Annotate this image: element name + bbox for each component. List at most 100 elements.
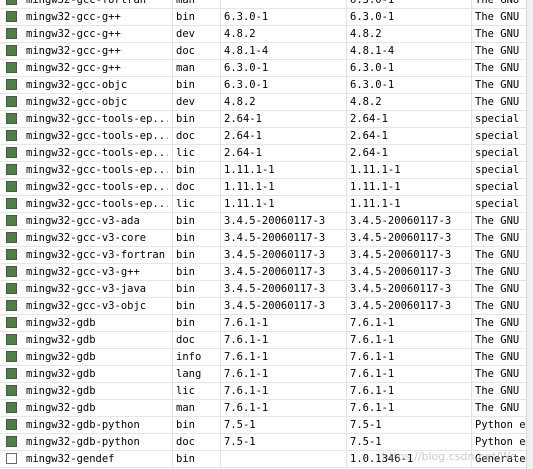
package-row[interactable]: mingw32-gdb lang 7.6.1-1 7.6.1-1 The GNU So [0,366,533,383]
package-description: The GNU C+ [475,11,527,23]
repository-version: 2.64-1 [350,113,388,125]
package-row[interactable]: mingw32-gcc-tools-ep... lic 2.64-1 2.64-1 sp… [0,145,533,162]
watermark: https://blog.csdn.net/Wo... [382,450,527,463]
installed-checkbox[interactable] [6,436,17,447]
package-row[interactable]: mingw32-gcc-g++ doc 4.8.1-4 4.8.1-4 The GNU … [0,43,533,60]
repository-version: 7.6.1-1 [350,334,395,346]
installed-checkbox[interactable] [6,96,17,107]
package-row[interactable]: mingw32-gdb-python bin 7.5-1 7.5-1 Python en… [0,417,533,434]
package-class: bin [176,249,195,261]
package-row[interactable]: mingw32-gdb doc 7.6.1-1 7.6.1-1 The GNU So [0,332,533,349]
package-description: special au [475,130,527,142]
package-name: mingw32-gcc-g++ [26,45,121,57]
package-name: mingw32-gcc-tools-ep... [26,181,168,193]
installed-checkbox[interactable] [6,79,17,90]
package-row[interactable]: mingw32-gcc-g++ man 6.3.0-1 6.3.0-1 The GNU … [0,60,533,77]
package-row[interactable]: mingw32-gcc-tools-ep... bin 1.11.1-1 1.11.1… [0,162,533,179]
unmarked-checkbox[interactable] [6,453,17,464]
package-description: Python ena [475,436,527,448]
package-class: bin [176,215,195,227]
package-class: doc [176,130,195,142]
package-description: The GNU Ob [475,300,527,312]
package-row[interactable]: mingw32-gcc-v3-core bin 3.4.5-20060117-3 3.… [0,230,533,247]
package-row[interactable]: mingw32-gcc-tools-ep... doc 1.11.1-1 1.11.1… [0,179,533,196]
package-row[interactable]: mingw32-gcc-objc bin 6.3.0-1 6.3.0-1 The GNU… [0,77,533,94]
package-description: The GNU C+ [475,266,527,278]
installed-checkbox[interactable] [6,351,17,362]
package-row[interactable]: mingw32-gcc-tools-ep... doc 2.64-1 2.64-1 sp… [0,128,533,145]
package-class: lic [176,385,195,397]
repository-version: 7.6.1-1 [350,385,395,397]
package-name: mingw32-gcc-v3-core [26,232,147,244]
repository-version: 7.5-1 [350,436,382,448]
repository-version: 3.4.5-20060117-3 [350,300,452,312]
package-row[interactable]: mingw32-gcc-tools-ep... lic 1.11.1-1 1.11.1… [0,196,533,213]
repository-version: 4.8.1-4 [350,45,395,57]
installed-checkbox[interactable] [6,147,17,158]
package-description: The GNU So [475,385,527,397]
package-name: mingw32-gdb [26,368,96,380]
installed-checkbox[interactable] [6,249,17,260]
installed-version: 3.4.5-20060117-3 [224,283,326,295]
package-row[interactable]: mingw32-gdb-python doc 7.5-1 7.5-1 Python en… [0,434,533,451]
package-class: man [176,0,195,6]
package-row[interactable]: mingw32-gdb man 7.6.1-1 7.6.1-1 The GNU So [0,400,533,417]
package-row[interactable]: mingw32-gcc-fortran man 6.3.0-1 The GNU FO [0,0,533,9]
package-description: The GNU Ja [475,283,527,295]
package-description: special au [475,147,527,159]
repository-version: 3.4.5-20060117-3 [350,266,452,278]
package-row[interactable]: mingw32-gcc-objc dev 4.8.2 4.8.2 The GNU Ob [0,94,533,111]
installed-checkbox[interactable] [6,45,17,56]
installed-checkbox[interactable] [6,300,17,311]
package-row[interactable]: mingw32-gcc-v3-objc bin 3.4.5-20060117-3 3.… [0,298,533,315]
installed-checkbox[interactable] [6,402,17,413]
installed-checkbox[interactable] [6,113,17,124]
package-row[interactable]: mingw32-gdb bin 7.6.1-1 7.6.1-1 The GNU So [0,315,533,332]
package-row[interactable]: mingw32-gcc-v3-fortran bin 3.4.5-20060117-… [0,247,533,264]
package-class: bin [176,266,195,278]
installed-checkbox[interactable] [6,181,17,192]
installed-checkbox[interactable] [6,215,17,226]
repository-version: 1.11.1-1 [350,164,401,176]
package-description: special au [475,198,527,210]
installed-checkbox[interactable] [6,419,17,430]
installed-checkbox[interactable] [6,266,17,277]
installed-checkbox[interactable] [6,62,17,73]
installed-version: 6.3.0-1 [224,11,269,23]
repository-version: 7.6.1-1 [350,402,395,414]
package-description: The GNU C+ [475,45,527,57]
vertical-scrollbar[interactable] [526,0,533,469]
installed-checkbox[interactable] [6,283,17,294]
package-row[interactable]: mingw32-gcc-tools-ep... bin 2.64-1 2.64-1 sp… [0,111,533,128]
installed-checkbox[interactable] [6,164,17,175]
package-row[interactable]: mingw32-gcc-v3-g++ bin 3.4.5-20060117-3 3.4… [0,264,533,281]
package-name: mingw32-gcc-tools-ep... [26,113,168,125]
repository-version: 6.3.0-1 [350,0,395,6]
installed-checkbox[interactable] [6,0,17,5]
package-class: bin [176,79,195,91]
installed-checkbox[interactable] [6,130,17,141]
installed-checkbox[interactable] [6,232,17,243]
installed-checkbox[interactable] [6,334,17,345]
package-class: doc [176,45,195,57]
package-row[interactable]: mingw32-gcc-v3-java bin 3.4.5-20060117-3 3.… [0,281,533,298]
installed-checkbox[interactable] [6,317,17,328]
package-row[interactable]: mingw32-gcc-v3-ada bin 3.4.5-20060117-3 3.4… [0,213,533,230]
package-row[interactable]: mingw32-gdb lic 7.6.1-1 7.6.1-1 The GNU So [0,383,533,400]
package-row[interactable]: mingw32-gcc-g++ dev 4.8.2 4.8.2 The GNU C+ [0,26,533,43]
package-description: The GNU FO [475,249,527,261]
package-row[interactable]: mingw32-gcc-g++ bin 6.3.0-1 6.3.0-1 The GNU … [0,9,533,26]
package-description: The GNU So [475,368,527,380]
installed-checkbox[interactable] [6,11,17,22]
installed-checkbox[interactable] [6,368,17,379]
package-description: Python ena [475,419,527,431]
installed-checkbox[interactable] [6,385,17,396]
installed-checkbox[interactable] [6,28,17,39]
repository-version: 3.4.5-20060117-3 [350,215,452,227]
repository-version: 6.3.0-1 [350,79,395,91]
installed-checkbox[interactable] [6,198,17,209]
package-class: bin [176,113,195,125]
package-row[interactable]: mingw32-gdb info 7.6.1-1 7.6.1-1 The GNU So [0,349,533,366]
package-description: The GNU Ob [475,79,527,91]
repository-version: 6.3.0-1 [350,62,395,74]
